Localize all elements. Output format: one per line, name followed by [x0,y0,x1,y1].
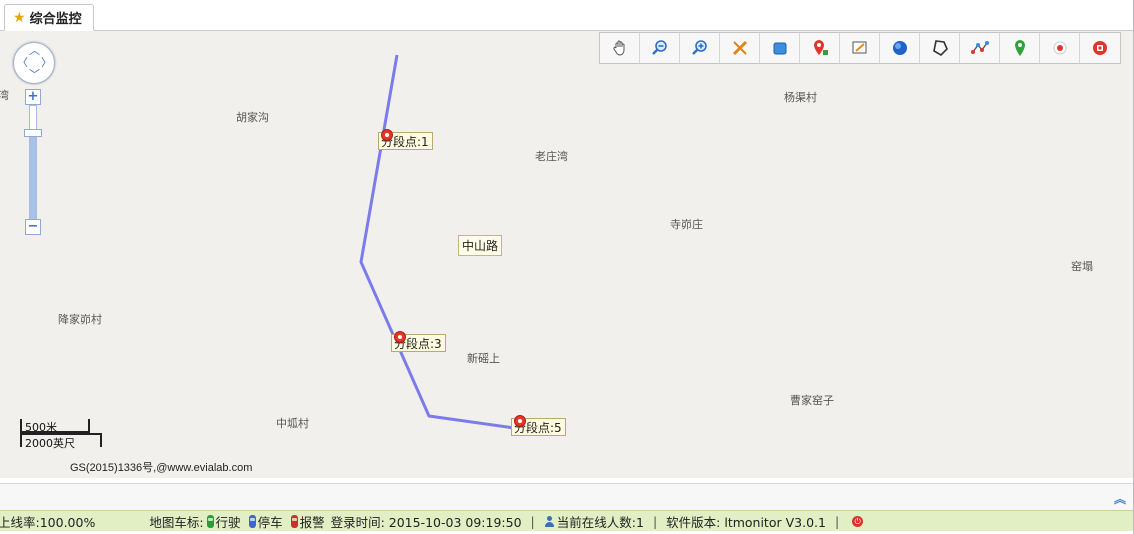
alarm-car-icon [290,514,298,528]
status-bar: 上线率:100.00% 地图车标: 行驶 停车 报警 登录时间: 2015-10… [0,510,1134,531]
map-canvas[interactable]: 湾 胡家沟 杨渠村 老庄湾 寺峁庄 窑塌 降家峁村 新磘上 曹家窑子 中坬村 中… [0,31,1134,478]
place-label: 窑塌 [1071,260,1093,273]
map-toolbar [599,32,1121,64]
place-label: 新磘上 [467,352,500,365]
tab-integrated-monitoring[interactable]: ★ 综合监控 [4,4,94,31]
zoom-in-button[interactable]: + [25,89,41,105]
moving-label: 行驶 [215,514,241,530]
pan-left-icon[interactable]: 〈 [17,57,28,68]
place-label: 湾 [0,89,9,102]
polygon-region-icon[interactable] [920,33,960,63]
place-label: 胡家沟 [236,111,269,124]
pan-control[interactable]: ︿ ﹀ 〈 〉 [13,42,55,84]
software-version: 软件版本: ltmonitor V3.0.1 [666,514,826,530]
moving-car-icon [206,514,214,528]
scale-imperial: 2000英尺 [25,437,75,450]
location-pin-icon[interactable] [1000,33,1040,63]
login-time: 登录时间: 2015-10-03 09:19:50 [330,514,522,530]
route-line [359,54,515,430]
separator: | [652,513,658,529]
segment-marker-icon[interactable] [514,415,526,427]
separator: | [834,513,840,529]
map-copyright: GS(2015)1336号,@www.evialab.com [70,462,253,474]
place-label: 杨渠村 [784,91,817,104]
alarm-label: 报警 [299,514,325,530]
route-icon[interactable] [960,33,1000,63]
online-users: 当前在线人数:1 [556,514,644,530]
zoom-level-fill [30,137,36,222]
zoom-in-icon[interactable] [680,33,720,63]
online-rate: 上线率:100.00% [0,514,96,530]
place-label: 中坬村 [276,417,309,430]
edit-note-icon[interactable] [840,33,880,63]
pan-right-icon[interactable]: 〉 [41,57,52,68]
pan-up-icon[interactable]: ︿ [29,45,40,56]
parked-label: 停车 [257,514,283,530]
zoom-out-button[interactable]: − [25,219,41,235]
segment-marker-icon[interactable] [381,129,393,141]
parked-car-icon [248,514,256,528]
measure-area-icon[interactable] [760,33,800,63]
panel-collapse-strip: ︽ [0,483,1134,510]
tab-strip: ★ 综合监控 [0,0,1134,31]
zoom-slider-handle[interactable] [24,129,42,137]
zoom-out-icon[interactable] [640,33,680,63]
add-marker-icon[interactable] [800,33,840,63]
map-car-icons-label: 地图车标: [149,514,204,530]
stop-icon[interactable] [1080,33,1120,63]
place-label: 曹家窑子 [790,394,834,407]
star-icon: ★ [13,9,26,26]
record-icon[interactable] [1040,33,1080,63]
pan-hand-icon[interactable] [600,33,640,63]
user-icon [544,515,555,527]
separator: | [530,513,535,529]
pan-down-icon[interactable]: ﹀ [29,69,40,80]
collapse-up-icon[interactable]: ︽ [1114,490,1126,507]
map-scale: 500米 2000英尺 [20,419,104,451]
road-label: 中山路 [458,235,503,256]
segment-marker-icon[interactable] [394,331,406,343]
tab-label: 综合监控 [29,12,82,27]
measure-distance-icon[interactable] [720,33,760,63]
logout-icon[interactable]: ⏻ [852,515,864,527]
scale-metric: 500米 [25,421,57,434]
circle-region-icon[interactable] [880,33,920,63]
place-label: 寺峁庄 [670,218,703,231]
place-label: 老庄湾 [535,150,568,163]
place-label: 降家峁村 [58,313,102,326]
